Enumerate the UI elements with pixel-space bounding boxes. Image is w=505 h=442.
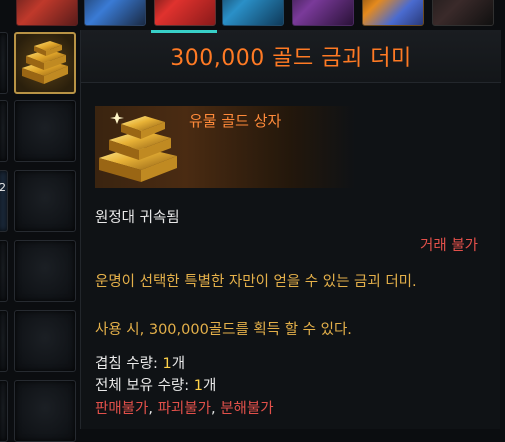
inventory-slot[interactable] — [14, 380, 76, 442]
inventory-slot-sapphire[interactable] — [222, 0, 284, 26]
restriction-sell: 판매불가 — [95, 401, 149, 417]
item-use-effect: 사용 시, 300,000골드를 획득 할 수 있다. — [95, 322, 352, 338]
inventory-slot[interactable]: 2 — [0, 170, 8, 232]
inventory-slot-blue-crystal[interactable] — [84, 0, 146, 26]
stack-quantity-value: 1 — [162, 356, 172, 372]
slot-count-badge: 2 — [0, 181, 6, 194]
item-title: 300,000 골드 금괴 더미 — [170, 46, 412, 71]
inventory-slot-red-gem[interactable] — [16, 0, 78, 26]
trade-restriction-text: 거래 불가 — [420, 238, 478, 254]
stack-quantity-unit: 개 — [171, 356, 186, 372]
tooltip-header: 300,000 골드 금괴 더미 — [81, 30, 501, 83]
restriction-separator: , — [210, 401, 221, 417]
item-grade-type: 유물 골드 상자 — [189, 112, 282, 130]
inventory-slot[interactable] — [14, 100, 76, 162]
item-tooltip: 300,000 골드 금괴 더미 유물 골드 상자 원정대 귀속됨 거래 불가 … — [80, 30, 501, 429]
tooltip-header-accent — [151, 30, 217, 33]
owned-quantity-unit: 개 — [203, 378, 217, 394]
inventory-slot[interactable] — [14, 170, 76, 232]
inventory-slot-ruby[interactable] — [154, 0, 216, 26]
gold-bars-icon — [99, 112, 177, 182]
gold-bars-icon — [22, 41, 68, 84]
restriction-separator: , — [148, 401, 158, 417]
restriction-destroy: 파괴불가 — [157, 401, 211, 417]
inventory-slot-dark-item[interactable] — [432, 0, 494, 26]
stack-quantity-label: 겹침 수량: — [95, 356, 163, 372]
owned-quantity-label: 전체 보유 수량: — [95, 378, 194, 394]
restriction-disassemble: 분해불가 — [220, 401, 274, 417]
inventory-slot[interactable] — [0, 32, 8, 94]
item-description: 운명이 선택한 특별한 자만이 얻을 수 있는 금괴 더미. — [95, 274, 417, 290]
owned-quantity: 전체 보유 수량: 1개 — [95, 374, 216, 395]
owned-quantity-value: 1 — [193, 378, 203, 394]
inventory-slot[interactable] — [0, 100, 8, 162]
stack-quantity: 겹침 수량: 1개 — [95, 352, 185, 373]
inventory-slot[interactable] — [14, 310, 76, 372]
restrictions: 판매불가, 파괴불가, 분해불가 — [95, 397, 274, 418]
inventory-slot-box-item[interactable] — [362, 0, 424, 26]
inventory-slot-purple-item[interactable] — [292, 0, 354, 26]
inventory-slot[interactable] — [0, 240, 8, 302]
binding-text: 원정대 귀속됨 — [95, 210, 180, 226]
inventory-slot[interactable] — [14, 240, 76, 302]
inventory-slot[interactable] — [0, 380, 8, 442]
inventory-slot-selected[interactable] — [14, 32, 76, 94]
inventory-slot[interactable] — [0, 310, 8, 372]
